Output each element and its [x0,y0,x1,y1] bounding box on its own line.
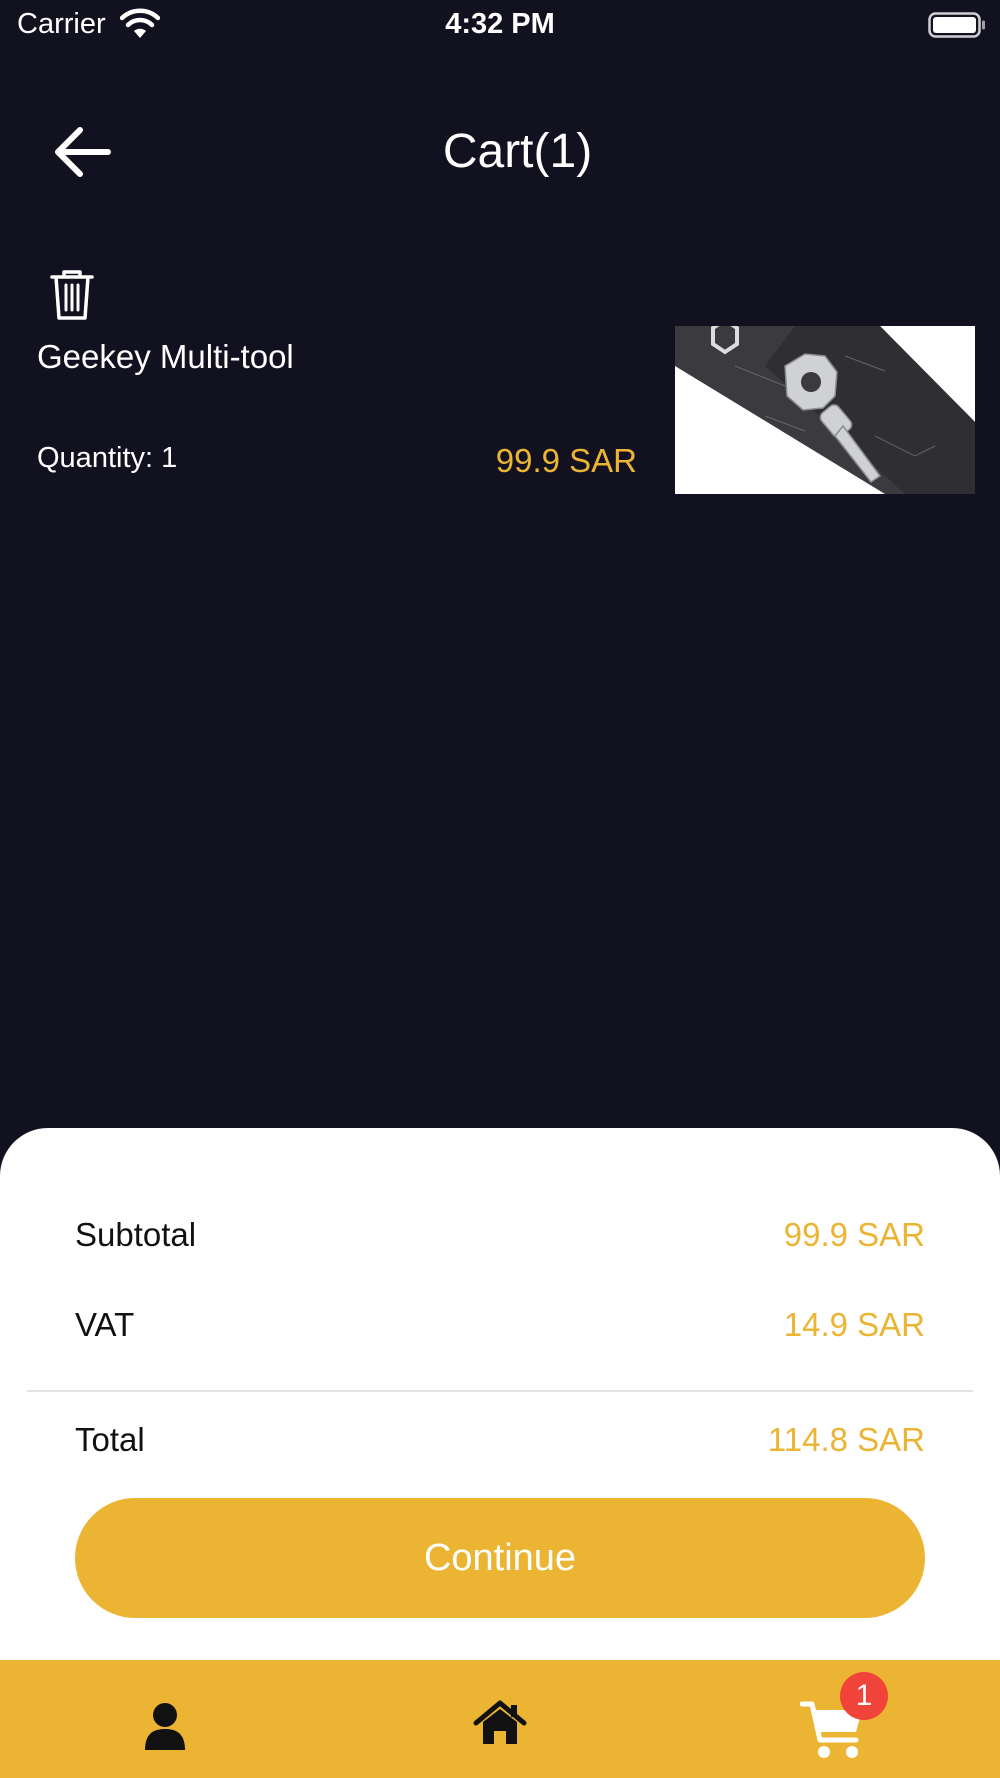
order-summary-sheet: Subtotal 99.9 SAR VAT 14.9 SAR Total 114… [0,1128,1000,1660]
status-bar: Carrier 4:32 PM [0,0,1000,52]
tab-bar: 1 [0,1660,1000,1778]
total-row: Total 114.8 SAR [75,1415,925,1465]
subtotal-row: Subtotal 99.9 SAR [75,1210,925,1260]
subtotal-value: 99.9 SAR [783,1216,925,1253]
vat-row: VAT 14.9 SAR [75,1300,925,1350]
cart-item: Geekey Multi-tool Quantity: 1 99.9 SAR [0,260,1000,510]
total-value: 114.8 SAR [767,1421,925,1458]
battery-icon [928,12,985,38]
trash-icon [50,270,94,320]
product-name: Geekey Multi-tool [37,338,294,375]
tab-profile[interactable] [85,1660,245,1778]
cart-screen: Carrier 4:32 PM Cart(1) Geekey Multi-too… [0,0,1000,1778]
header: Cart(1) [0,100,1000,210]
vat-value: 14.9 SAR [783,1306,925,1343]
page-title: Cart(1) [442,125,593,178]
tab-home[interactable] [420,1660,580,1778]
home-icon [473,1700,527,1744]
total-label: Total [75,1421,145,1458]
product-quantity: Quantity: 1 [37,442,178,474]
continue-button[interactable]: Continue [75,1498,925,1618]
tab-cart[interactable]: 1 [752,1660,912,1778]
status-time: 4:32 PM [445,8,555,40]
cart-badge: 1 [840,1672,888,1720]
vat-label: VAT [75,1306,135,1343]
product-image[interactable] [675,326,975,494]
summary-divider [27,1390,973,1392]
product-price: 99.9 SAR [495,442,637,479]
delete-item-button[interactable] [50,268,94,322]
profile-icon [145,1703,185,1750]
subtotal-label: Subtotal [75,1216,197,1253]
